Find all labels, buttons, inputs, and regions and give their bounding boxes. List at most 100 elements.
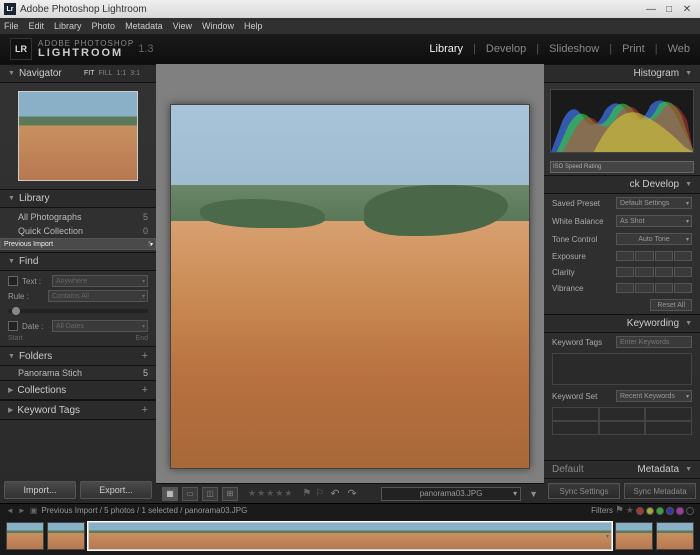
find-text-checkbox[interactable] <box>8 276 18 286</box>
iso-display: ISO Speed Rating <box>550 161 694 173</box>
module-web[interactable]: Web <box>668 43 690 55</box>
filter-green[interactable] <box>656 507 664 515</box>
module-develop[interactable]: Develop <box>486 43 526 55</box>
filmstrip <box>0 517 700 555</box>
minimize-button[interactable]: — <box>642 2 660 16</box>
plus-icon[interactable]: + <box>142 404 148 416</box>
left-panel: ▼ Navigator FIT FILL 1:1 3:1 ▼Library Al… <box>0 64 156 503</box>
find-rule-select[interactable]: Contains All <box>48 290 148 302</box>
close-button[interactable]: ✕ <box>678 2 696 16</box>
breadcrumb: ◄ ► ▣ Previous Import / 5 photos / 1 sel… <box>0 503 700 517</box>
sync-settings-button[interactable]: Sync Settings <box>548 483 620 499</box>
find-slider[interactable] <box>8 309 148 313</box>
filter-star-icon[interactable]: ★ <box>626 505 634 516</box>
rotate-left-icon[interactable]: ↶ <box>330 487 339 500</box>
nav-back-icon[interactable]: ◄ <box>6 506 14 515</box>
clarity-steppers[interactable] <box>616 267 692 277</box>
lib-previous-import[interactable]: Previous Import5 <box>0 238 156 250</box>
center-stage: ▦ ▭ ◫ ⊞ ★★★★★ ⚑ ⚐ ↶ ↷ panorama03.JPG ▼ <box>156 64 544 503</box>
filter-purple[interactable] <box>676 507 684 515</box>
version: 1.3 <box>138 43 153 55</box>
maximize-button[interactable]: □ <box>660 2 678 16</box>
metadata-header[interactable]: DefaultMetadata▼ <box>544 460 700 479</box>
menu-metadata[interactable]: Metadata <box>125 21 163 31</box>
find-date-select[interactable]: All Dates <box>52 320 148 332</box>
flag-reject-icon[interactable]: ⚐ <box>315 488 324 499</box>
brandbar: LR ADOBE PHOTOSHOPLIGHTROOM 1.3 Library|… <box>0 34 700 64</box>
thumb-4[interactable] <box>656 522 694 550</box>
filter-none[interactable] <box>686 507 694 515</box>
keyword-set-grid[interactable] <box>552 407 692 435</box>
rating-stars[interactable]: ★★★★★ <box>248 488 292 499</box>
export-button[interactable]: Export... <box>80 481 152 499</box>
menu-help[interactable]: Help <box>244 21 263 31</box>
nav-fit[interactable]: FIT <box>84 70 95 77</box>
keyword-input[interactable]: Enter Keywords <box>616 336 692 348</box>
library-header[interactable]: ▼Library <box>0 189 156 208</box>
right-panel: Histogram▼ ISO Speed Rating ck Develop▼ … <box>544 64 700 503</box>
window-title: Adobe Photoshop Lightroom <box>20 4 147 15</box>
titlebar: Lr Adobe Photoshop Lightroom — □ ✕ <box>0 0 700 18</box>
menu-view[interactable]: View <box>173 21 192 31</box>
thumb-2[interactable] <box>88 522 612 550</box>
rotate-right-icon[interactable]: ↷ <box>348 487 357 500</box>
grid-view-icon[interactable]: ▦ <box>162 487 178 501</box>
import-button[interactable]: Import... <box>4 481 76 499</box>
navigator-header[interactable]: ▼ Navigator FIT FILL 1:1 3:1 <box>0 64 156 83</box>
menu-window[interactable]: Window <box>202 21 234 31</box>
menu-library[interactable]: Library <box>54 21 82 31</box>
quick-develop-header[interactable]: ck Develop▼ <box>544 175 700 194</box>
module-library[interactable]: Library <box>429 43 463 55</box>
keyword-area[interactable] <box>552 353 692 385</box>
collections-header[interactable]: ▶Collections+ <box>0 380 156 400</box>
exposure-steppers[interactable] <box>616 251 692 261</box>
plus-icon[interactable]: + <box>142 350 148 362</box>
keyword-set-select[interactable]: Recent Keywords <box>616 390 692 402</box>
lib-quick-collection[interactable]: Quick Collection0 <box>0 224 156 238</box>
folder-item[interactable]: Panorama Stich5 <box>0 366 156 380</box>
keyword-tags-header[interactable]: ▶Keyword Tags+ <box>0 400 156 420</box>
filename-select[interactable]: panorama03.JPG <box>381 487 521 501</box>
histogram-header[interactable]: Histogram▼ <box>544 64 700 83</box>
toolbar-menu-icon[interactable]: ▼ <box>529 489 538 499</box>
nav-1-1[interactable]: 1:1 <box>117 70 127 77</box>
module-picker: Library| Develop| Slideshow| Print| Web <box>429 43 690 55</box>
plus-icon[interactable]: + <box>142 384 148 396</box>
nav-2nd-monitor-icon[interactable]: ▣ <box>30 506 38 515</box>
folders-header[interactable]: ▼Folders+ <box>0 346 156 366</box>
filter-blue[interactable] <box>666 507 674 515</box>
menu-photo[interactable]: Photo <box>92 21 116 31</box>
main-image[interactable] <box>170 104 530 469</box>
survey-view-icon[interactable]: ⊞ <box>222 487 238 501</box>
nav-fwd-icon[interactable]: ► <box>18 506 26 515</box>
filter-red[interactable] <box>636 507 644 515</box>
find-header[interactable]: ▼Find <box>0 252 156 271</box>
logo-icon: LR <box>10 38 32 60</box>
filter-flag-icon[interactable]: ⚑ <box>615 505 624 516</box>
reset-all-button[interactable]: Reset All <box>650 299 692 311</box>
find-date-checkbox[interactable] <box>8 321 18 331</box>
sync-metadata-button[interactable]: Sync Metadata <box>624 483 696 499</box>
auto-tone-button[interactable]: Auto Tone <box>616 233 692 245</box>
vibrance-steppers[interactable] <box>616 283 692 293</box>
thumb-3[interactable] <box>615 522 653 550</box>
flag-pick-icon[interactable]: ⚑ <box>302 488 311 499</box>
nav-3-1[interactable]: 3:1 <box>130 70 140 77</box>
navigator-preview[interactable] <box>0 83 156 189</box>
loupe-view-icon[interactable]: ▭ <box>182 487 198 501</box>
keywording-header[interactable]: Keywording▼ <box>544 314 700 333</box>
module-print[interactable]: Print <box>622 43 645 55</box>
find-text-select[interactable]: Anywhere <box>52 275 148 287</box>
filter-yellow[interactable] <box>646 507 654 515</box>
menu-edit[interactable]: Edit <box>29 21 45 31</box>
wb-select[interactable]: As Shot <box>616 215 692 227</box>
product-name: ADOBE PHOTOSHOPLIGHTROOM <box>38 40 134 59</box>
nav-fill[interactable]: FILL <box>99 70 113 77</box>
thumb-1[interactable] <box>47 522 85 550</box>
compare-view-icon[interactable]: ◫ <box>202 487 218 501</box>
thumb-0[interactable] <box>6 522 44 550</box>
saved-preset-select[interactable]: Default Settings <box>616 197 692 209</box>
menu-file[interactable]: File <box>4 21 19 31</box>
lib-all-photos[interactable]: All Photographs5 <box>0 210 156 224</box>
module-slideshow[interactable]: Slideshow <box>549 43 599 55</box>
